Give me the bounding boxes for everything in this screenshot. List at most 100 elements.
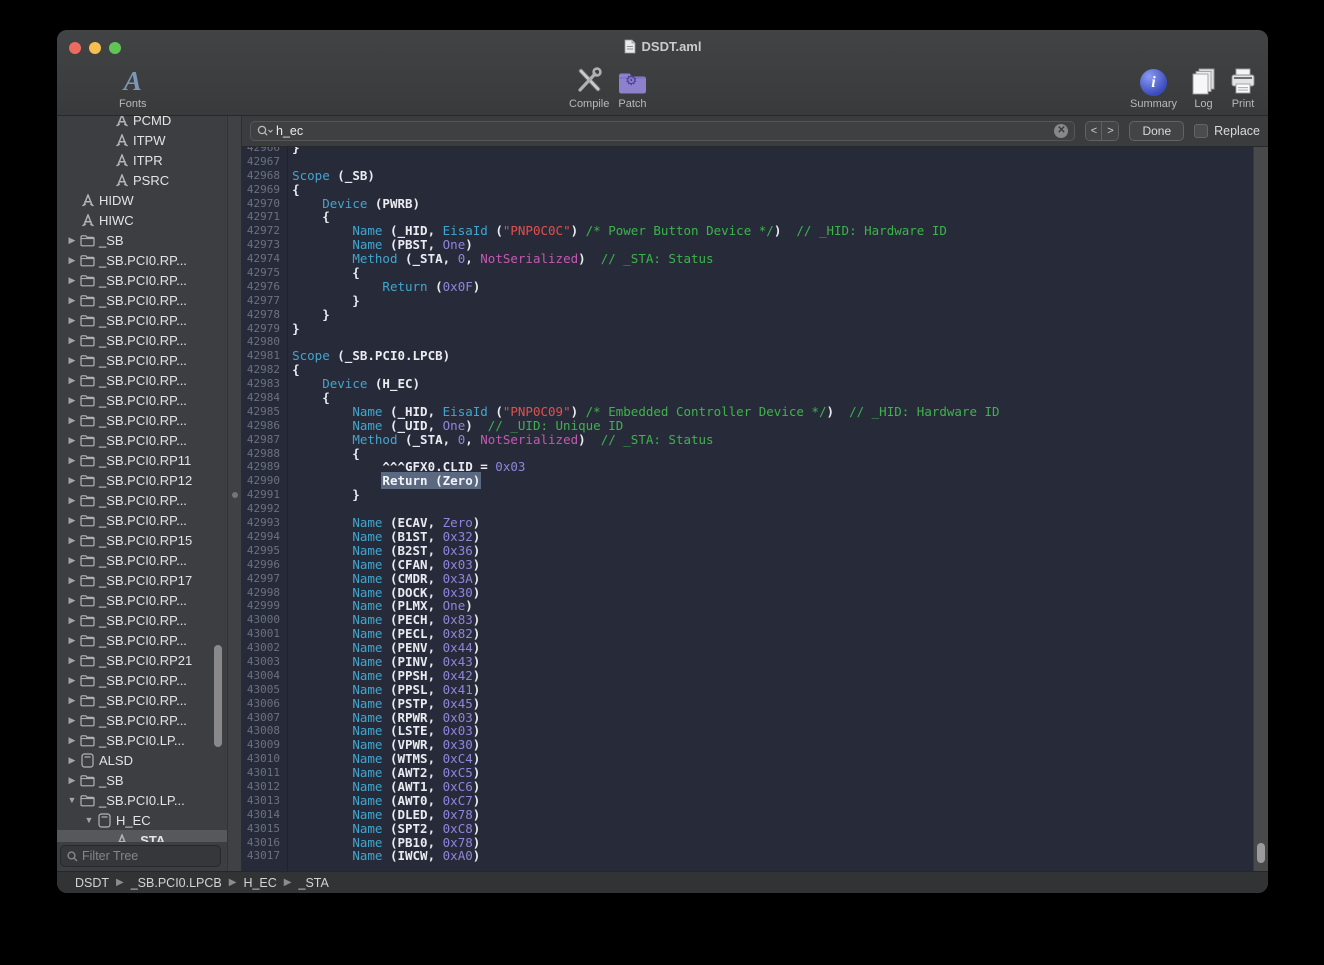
code-line[interactable]: 42980: [242, 335, 1253, 349]
tree-item-itpr[interactable]: ITPR: [57, 150, 227, 170]
find-previous-button[interactable]: <: [1086, 122, 1102, 140]
code-line[interactable]: 42996 Name (CFAN, 0x03): [242, 558, 1253, 572]
tree-item-alsd[interactable]: ▶ALSD: [57, 750, 227, 770]
sidebar-scrollbar-thumb[interactable]: [214, 645, 222, 747]
chevron-collapsed-icon[interactable]: ▶: [65, 515, 79, 526]
filter-tree-input[interactable]: Filter Tree: [60, 845, 221, 867]
code-editor[interactable]: 42966 }4296742968 Scope (_SB)42969 {4297…: [242, 147, 1253, 871]
code-line[interactable]: 42966 }: [242, 147, 1253, 155]
chevron-collapsed-icon[interactable]: ▶: [65, 455, 79, 466]
code-line[interactable]: 42984 {: [242, 391, 1253, 405]
tree-item-_sbpci0rp15[interactable]: ▶_SB.PCI0.RP15: [57, 530, 227, 550]
code-line[interactable]: 43000 Name (PECH, 0x83): [242, 613, 1253, 627]
chevron-collapsed-icon[interactable]: ▶: [65, 235, 79, 246]
tree-item-_sbpci0rp[interactable]: ▶_SB.PCI0.RP...: [57, 430, 227, 450]
tree-item-_sbpci0lp[interactable]: ▶_SB.PCI0.LP...: [57, 730, 227, 750]
patch-button[interactable]: ⚙ Patch: [617, 64, 648, 110]
chevron-collapsed-icon[interactable]: ▶: [65, 255, 79, 266]
log-button[interactable]: Log: [1190, 64, 1217, 110]
tree-item-_sbpci0rp[interactable]: ▶_SB.PCI0.RP...: [57, 510, 227, 530]
tree-item-_sb[interactable]: ▶_SB: [57, 770, 227, 790]
code-line[interactable]: 42999 Name (PLMX, One): [242, 599, 1253, 613]
chevron-collapsed-icon[interactable]: ▶: [65, 615, 79, 626]
chevron-collapsed-icon[interactable]: ▶: [65, 415, 79, 426]
tree-item-_sbpci0rp[interactable]: ▶_SB.PCI0.RP...: [57, 630, 227, 650]
code-line[interactable]: 42983 Device (H_EC): [242, 377, 1253, 391]
code-line[interactable]: 42995 Name (B2ST, 0x36): [242, 544, 1253, 558]
code-line[interactable]: 42982 {: [242, 363, 1253, 377]
code-line[interactable]: 42986 Name (_UID, One) // _UID: Unique I…: [242, 419, 1253, 433]
code-line[interactable]: 43004 Name (PPSH, 0x42): [242, 669, 1253, 683]
tree-item-_sbpci0rp[interactable]: ▶_SB.PCI0.RP...: [57, 250, 227, 270]
find-search-field[interactable]: h_ec ✕: [250, 121, 1075, 141]
replace-toggle[interactable]: Replace: [1194, 124, 1260, 138]
chevron-expanded-icon[interactable]: ▼: [82, 815, 96, 825]
tree-item-itpw[interactable]: ITPW: [57, 130, 227, 150]
code-line[interactable]: 43006 Name (PSTP, 0x45): [242, 697, 1253, 711]
breadcrumb-item[interactable]: _STA: [299, 876, 329, 890]
chevron-collapsed-icon[interactable]: ▶: [65, 555, 79, 566]
chevron-collapsed-icon[interactable]: ▶: [65, 355, 79, 366]
code-line[interactable]: 42993 Name (ECAV, Zero): [242, 516, 1253, 530]
clear-icon[interactable]: ✕: [1054, 124, 1068, 138]
code-line[interactable]: 42981 Scope (_SB.PCI0.LPCB): [242, 349, 1253, 363]
chevron-expanded-icon[interactable]: ▼: [65, 795, 79, 805]
chevron-collapsed-icon[interactable]: ▶: [65, 695, 79, 706]
code-line[interactable]: 43005 Name (PPSL, 0x41): [242, 683, 1253, 697]
code-line[interactable]: 42975 {: [242, 266, 1253, 280]
tree-item-_sbpci0rp[interactable]: ▶_SB.PCI0.RP...: [57, 290, 227, 310]
code-line[interactable]: 43011 Name (AWT2, 0xC5): [242, 766, 1253, 780]
code-line[interactable]: 42968 Scope (_SB): [242, 169, 1253, 183]
code-line[interactable]: 42971 {: [242, 210, 1253, 224]
chevron-collapsed-icon[interactable]: ▶: [65, 495, 79, 506]
title-bar[interactable]: DSDT.aml: [57, 30, 1268, 62]
breadcrumb-item[interactable]: _SB.PCI0.LPCB: [131, 876, 222, 890]
tree-item-hiwc[interactable]: HIWC: [57, 210, 227, 230]
compile-button[interactable]: Compile: [569, 64, 609, 110]
chevron-collapsed-icon[interactable]: ▶: [65, 475, 79, 486]
tree-item-_sbpci0rp[interactable]: ▶_SB.PCI0.RP...: [57, 610, 227, 630]
code-line[interactable]: 42972 Name (_HID, EisaId ("PNP0C0C") /* …: [242, 224, 1253, 238]
code-line[interactable]: 42988 {: [242, 447, 1253, 461]
chevron-collapsed-icon[interactable]: ▶: [65, 755, 79, 766]
code-line[interactable]: 43002 Name (PENV, 0x44): [242, 641, 1253, 655]
tree-item-h_ec[interactable]: ▼H_EC: [57, 810, 227, 830]
editor-scrollbar-thumb[interactable]: [1257, 843, 1265, 863]
code-line[interactable]: 42967: [242, 155, 1253, 169]
chevron-collapsed-icon[interactable]: ▶: [65, 715, 79, 726]
chevron-collapsed-icon[interactable]: ▶: [65, 655, 79, 666]
code-line[interactable]: 43014 Name (DLED, 0x78): [242, 808, 1253, 822]
tree-item-_sbpci0rp[interactable]: ▶_SB.PCI0.RP...: [57, 710, 227, 730]
tree-item-_sbpci0rp[interactable]: ▶_SB.PCI0.RP...: [57, 390, 227, 410]
code-line[interactable]: 43016 Name (PB10, 0x78): [242, 836, 1253, 850]
code-line[interactable]: 43017 Name (IWCW, 0xA0): [242, 849, 1253, 863]
tree-item-_sbpci0rp[interactable]: ▶_SB.PCI0.RP...: [57, 330, 227, 350]
done-button[interactable]: Done: [1129, 121, 1184, 141]
replace-checkbox[interactable]: [1194, 124, 1208, 138]
chevron-collapsed-icon[interactable]: ▶: [65, 635, 79, 646]
chevron-collapsed-icon[interactable]: ▶: [65, 275, 79, 286]
code-line[interactable]: 42978 }: [242, 308, 1253, 322]
code-line[interactable]: 43010 Name (WTMS, 0xC4): [242, 752, 1253, 766]
tree-item-psrc[interactable]: PSRC: [57, 170, 227, 190]
chevron-collapsed-icon[interactable]: ▶: [65, 435, 79, 446]
code-line[interactable]: 42973 Name (PBST, One): [242, 238, 1253, 252]
sidebar-splitter[interactable]: [227, 116, 242, 871]
tree-item-_sbpci0rp17[interactable]: ▶_SB.PCI0.RP17: [57, 570, 227, 590]
chevron-collapsed-icon[interactable]: ▶: [65, 315, 79, 326]
chevron-collapsed-icon[interactable]: ▶: [65, 775, 79, 786]
code-line[interactable]: 42970 Device (PWRB): [242, 197, 1253, 211]
chevron-collapsed-icon[interactable]: ▶: [65, 295, 79, 306]
document-proxy-icon[interactable]: [624, 39, 636, 54]
tree-item-pcmd[interactable]: PCMD: [57, 116, 227, 130]
code-line[interactable]: 42991 }: [242, 488, 1253, 502]
breadcrumb-item[interactable]: H_EC: [243, 876, 276, 890]
tree-item-_sb[interactable]: ▶_SB: [57, 230, 227, 250]
code-line[interactable]: 42994 Name (B1ST, 0x32): [242, 530, 1253, 544]
chevron-collapsed-icon[interactable]: ▶: [65, 335, 79, 346]
code-line[interactable]: 43007 Name (RPWR, 0x03): [242, 711, 1253, 725]
code-line[interactable]: 42998 Name (DOCK, 0x30): [242, 586, 1253, 600]
code-line[interactable]: 42974 Method (_STA, 0, NotSerialized) //…: [242, 252, 1253, 266]
code-line[interactable]: 43001 Name (PECL, 0x82): [242, 627, 1253, 641]
code-line[interactable]: 42992: [242, 502, 1253, 516]
